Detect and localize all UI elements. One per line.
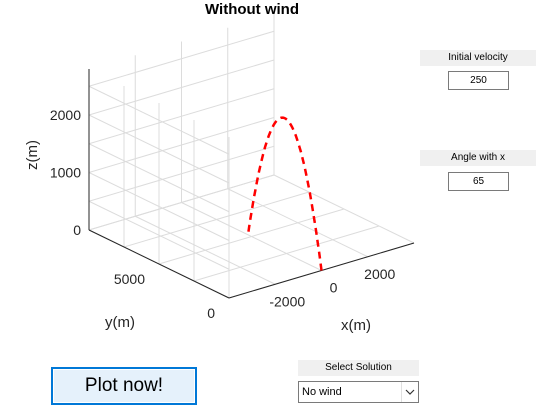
z-axis-label: z(m) [24,140,41,170]
x-tick-label: 0 [330,280,338,296]
solution-select-value: No wind [302,386,342,398]
x-axis-label: x(m) [341,317,371,334]
x-tick-label: -2000 [269,293,305,309]
angle-input[interactable] [448,172,509,191]
y-tick-label: 0 [207,305,215,321]
plot-now-button[interactable]: Plot now! [51,367,197,405]
x-tick-label: 2000 [364,266,395,282]
y-axis-label: y(m) [105,314,135,331]
velocity-input[interactable] [448,71,509,90]
z-tick-label: 0 [73,222,81,238]
grid-lines [88,14,415,299]
solution-label: Select Solution [298,360,419,376]
z-tick-label: 2000 [50,107,81,123]
angle-label: Angle with x [420,150,536,166]
y-tick-label: 5000 [114,271,145,287]
trajectory-line [246,116,323,271]
velocity-label: Initial velocity [420,50,536,66]
z-tick-label: 1000 [50,165,81,181]
plot-title: Without wind [205,1,299,18]
solution-select[interactable]: No wind [298,381,419,403]
tick-labels: -2000 0 2000 0 5000 0 1000 2000 [50,107,396,321]
chevron-down-icon[interactable] [401,382,418,402]
